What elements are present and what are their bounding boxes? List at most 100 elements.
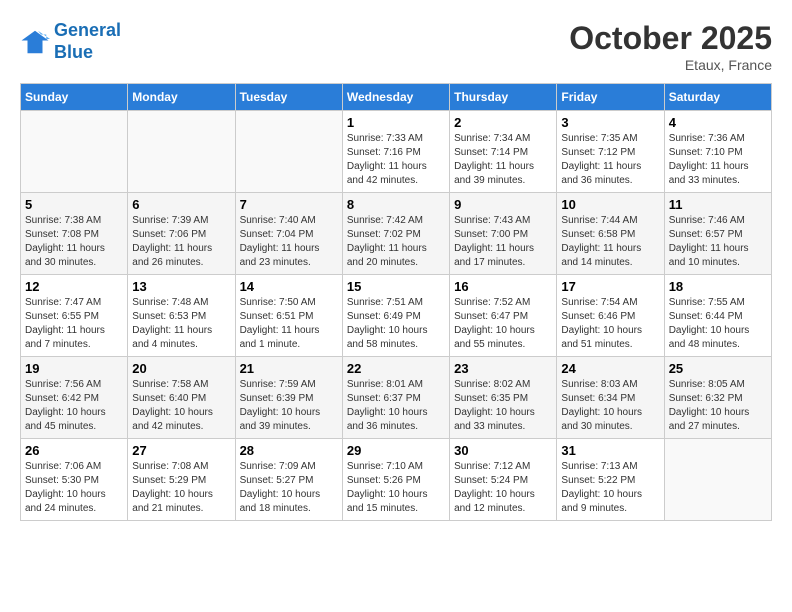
day-info: Sunrise: 8:05 AMSunset: 6:32 PMDaylight:… bbox=[669, 378, 767, 434]
day-number: 29 bbox=[347, 443, 445, 458]
day-info: Sunrise: 8:01 AMSunset: 6:37 PMDaylight:… bbox=[347, 378, 445, 434]
calendar-cell: 21 Sunrise: 7:59 AMSunset: 6:39 PMDayligh… bbox=[235, 357, 342, 439]
calendar-cell: 2Sunrise: 7:34 AMSunset: 7:14 PMDaylight… bbox=[450, 111, 557, 193]
calendar-cell: 31Sunrise: 7:13 AMSunset: 5:22 PMDayligh… bbox=[557, 439, 664, 521]
day-info: Sunrise: 7:48 AMSunset: 6:53 PMDaylight:… bbox=[132, 296, 230, 352]
calendar-cell: 4 Sunrise: 7:36 AMSunset: 7:10 PMDaylight… bbox=[664, 111, 771, 193]
calendar-cell bbox=[128, 111, 235, 193]
day-number: 28 bbox=[240, 443, 338, 458]
calendar-cell: 13 Sunrise: 7:48 AMSunset: 6:53 PMDayligh… bbox=[128, 275, 235, 357]
day-info: Sunrise: 7:39 AMSunset: 7:06 PMDaylight:… bbox=[132, 214, 230, 270]
calendar-week-row: 1Sunrise: 7:33 AMSunset: 7:16 PMDaylight… bbox=[21, 111, 772, 193]
day-info: Sunrise: 7:38 AMSunset: 7:08 PMDaylight:… bbox=[25, 214, 123, 270]
day-number: 25 bbox=[669, 361, 767, 376]
calendar-cell: 18Sunrise: 7:55 AMSunset: 6:44 PMDayligh… bbox=[664, 275, 771, 357]
day-number: 24 bbox=[561, 361, 659, 376]
day-info: Sunrise: 7:09 AMSunset: 5:27 PMDaylight:… bbox=[240, 460, 338, 516]
calendar-table: SundayMondayTuesdayWednesdayThursdayFrid… bbox=[20, 83, 772, 521]
day-info: Sunrise: 7:46 AMSunset: 6:57 PMDaylight:… bbox=[669, 214, 767, 270]
calendar-cell: 29 Sunrise: 7:10 AMSunset: 5:26 PMDayligh… bbox=[342, 439, 449, 521]
day-info: Sunrise: 7:06 AMSunset: 5:30 PMDaylight:… bbox=[25, 460, 123, 516]
month-title: October 2025 bbox=[569, 20, 772, 57]
calendar-cell: 23 Sunrise: 8:02 AMSunset: 6:35 PMDayligh… bbox=[450, 357, 557, 439]
calendar-week-row: 12Sunrise: 7:47 AMSunset: 6:55 PMDayligh… bbox=[21, 275, 772, 357]
logo: General Blue bbox=[20, 20, 121, 63]
day-number: 9 bbox=[454, 197, 552, 212]
day-number: 13 bbox=[132, 279, 230, 294]
calendar-week-row: 26 Sunrise: 7:06 AMSunset: 5:30 PMDayligh… bbox=[21, 439, 772, 521]
calendar-cell: 28 Sunrise: 7:09 AMSunset: 5:27 PMDayligh… bbox=[235, 439, 342, 521]
calendar-cell: 17 Sunrise: 7:54 AMSunset: 6:46 PMDayligh… bbox=[557, 275, 664, 357]
day-number: 15 bbox=[347, 279, 445, 294]
calendar-cell: 25 Sunrise: 8:05 AMSunset: 6:32 PMDayligh… bbox=[664, 357, 771, 439]
calendar-cell: 6Sunrise: 7:39 AMSunset: 7:06 PMDaylight… bbox=[128, 193, 235, 275]
day-info: Sunrise: 7:12 AMSunset: 5:24 PMDaylight:… bbox=[454, 460, 552, 516]
day-number: 26 bbox=[25, 443, 123, 458]
calendar-cell: 9 Sunrise: 7:43 AMSunset: 7:00 PMDaylight… bbox=[450, 193, 557, 275]
day-number: 5 bbox=[25, 197, 123, 212]
day-info: Sunrise: 7:47 AMSunset: 6:55 PMDaylight:… bbox=[25, 296, 123, 352]
calendar-cell: 8Sunrise: 7:42 AMSunset: 7:02 PMDaylight… bbox=[342, 193, 449, 275]
calendar-cell: 15 Sunrise: 7:51 AMSunset: 6:49 PMDayligh… bbox=[342, 275, 449, 357]
location: Etaux, France bbox=[569, 57, 772, 73]
calendar-cell: 26 Sunrise: 7:06 AMSunset: 5:30 PMDayligh… bbox=[21, 439, 128, 521]
day-number: 20 bbox=[132, 361, 230, 376]
logo-icon bbox=[20, 27, 50, 57]
weekday-header: Saturday bbox=[664, 84, 771, 111]
weekday-header: Tuesday bbox=[235, 84, 342, 111]
day-info: Sunrise: 7:40 AMSunset: 7:04 PMDaylight:… bbox=[240, 214, 338, 270]
calendar-cell bbox=[235, 111, 342, 193]
day-number: 8 bbox=[347, 197, 445, 212]
day-info: Sunrise: 7:54 AMSunset: 6:46 PMDaylight:… bbox=[561, 296, 659, 352]
page-header: General Blue October 2025 Etaux, France bbox=[20, 20, 772, 73]
day-info: Sunrise: 8:02 AMSunset: 6:35 PMDaylight:… bbox=[454, 378, 552, 434]
day-number: 4 bbox=[669, 115, 767, 130]
calendar-cell: 30Sunrise: 7:12 AMSunset: 5:24 PMDayligh… bbox=[450, 439, 557, 521]
calendar-cell bbox=[21, 111, 128, 193]
day-info: Sunrise: 7:33 AMSunset: 7:16 PMDaylight:… bbox=[347, 132, 445, 188]
day-info: Sunrise: 7:50 AMSunset: 6:51 PMDaylight:… bbox=[240, 296, 338, 352]
day-number: 2 bbox=[454, 115, 552, 130]
day-info: Sunrise: 7:51 AMSunset: 6:49 PMDaylight:… bbox=[347, 296, 445, 352]
calendar-cell: 14 Sunrise: 7:50 AMSunset: 6:51 PMDayligh… bbox=[235, 275, 342, 357]
calendar-cell: 19Sunrise: 7:56 AMSunset: 6:42 PMDayligh… bbox=[21, 357, 128, 439]
day-number: 16 bbox=[454, 279, 552, 294]
calendar-cell: 22 Sunrise: 8:01 AMSunset: 6:37 PMDayligh… bbox=[342, 357, 449, 439]
day-info: Sunrise: 7:59 AMSunset: 6:39 PMDaylight:… bbox=[240, 378, 338, 434]
day-info: Sunrise: 7:58 AMSunset: 6:40 PMDaylight:… bbox=[132, 378, 230, 434]
weekday-header: Monday bbox=[128, 84, 235, 111]
calendar-cell: 5 Sunrise: 7:38 AMSunset: 7:08 PMDaylight… bbox=[21, 193, 128, 275]
day-info: Sunrise: 7:35 AMSunset: 7:12 PMDaylight:… bbox=[561, 132, 659, 188]
day-number: 22 bbox=[347, 361, 445, 376]
day-info: Sunrise: 7:44 AMSunset: 6:58 PMDaylight:… bbox=[561, 214, 659, 270]
title-block: October 2025 Etaux, France bbox=[569, 20, 772, 73]
day-info: Sunrise: 7:56 AMSunset: 6:42 PMDaylight:… bbox=[25, 378, 123, 434]
weekday-header: Sunday bbox=[21, 84, 128, 111]
calendar-cell bbox=[664, 439, 771, 521]
calendar-cell: 11 Sunrise: 7:46 AMSunset: 6:57 PMDayligh… bbox=[664, 193, 771, 275]
logo-general: General bbox=[54, 20, 121, 40]
calendar-cell: 10 Sunrise: 7:44 AMSunset: 6:58 PMDayligh… bbox=[557, 193, 664, 275]
day-info: Sunrise: 7:36 AMSunset: 7:10 PMDaylight:… bbox=[669, 132, 767, 188]
day-number: 3 bbox=[561, 115, 659, 130]
day-number: 10 bbox=[561, 197, 659, 212]
calendar-week-row: 5 Sunrise: 7:38 AMSunset: 7:08 PMDaylight… bbox=[21, 193, 772, 275]
day-number: 31 bbox=[561, 443, 659, 458]
weekday-header: Thursday bbox=[450, 84, 557, 111]
day-number: 11 bbox=[669, 197, 767, 212]
logo-blue: Blue bbox=[54, 42, 93, 62]
day-number: 23 bbox=[454, 361, 552, 376]
day-number: 27 bbox=[132, 443, 230, 458]
weekday-header: Friday bbox=[557, 84, 664, 111]
day-number: 21 bbox=[240, 361, 338, 376]
day-info: Sunrise: 7:10 AMSunset: 5:26 PMDaylight:… bbox=[347, 460, 445, 516]
calendar-cell: 3 Sunrise: 7:35 AMSunset: 7:12 PMDaylight… bbox=[557, 111, 664, 193]
calendar-cell: 1Sunrise: 7:33 AMSunset: 7:16 PMDaylight… bbox=[342, 111, 449, 193]
calendar-cell: 20 Sunrise: 7:58 AMSunset: 6:40 PMDayligh… bbox=[128, 357, 235, 439]
day-info: Sunrise: 7:43 AMSunset: 7:00 PMDaylight:… bbox=[454, 214, 552, 270]
calendar-week-row: 19Sunrise: 7:56 AMSunset: 6:42 PMDayligh… bbox=[21, 357, 772, 439]
day-number: 17 bbox=[561, 279, 659, 294]
day-number: 7 bbox=[240, 197, 338, 212]
day-info: Sunrise: 8:03 AMSunset: 6:34 PMDaylight:… bbox=[561, 378, 659, 434]
day-number: 14 bbox=[240, 279, 338, 294]
